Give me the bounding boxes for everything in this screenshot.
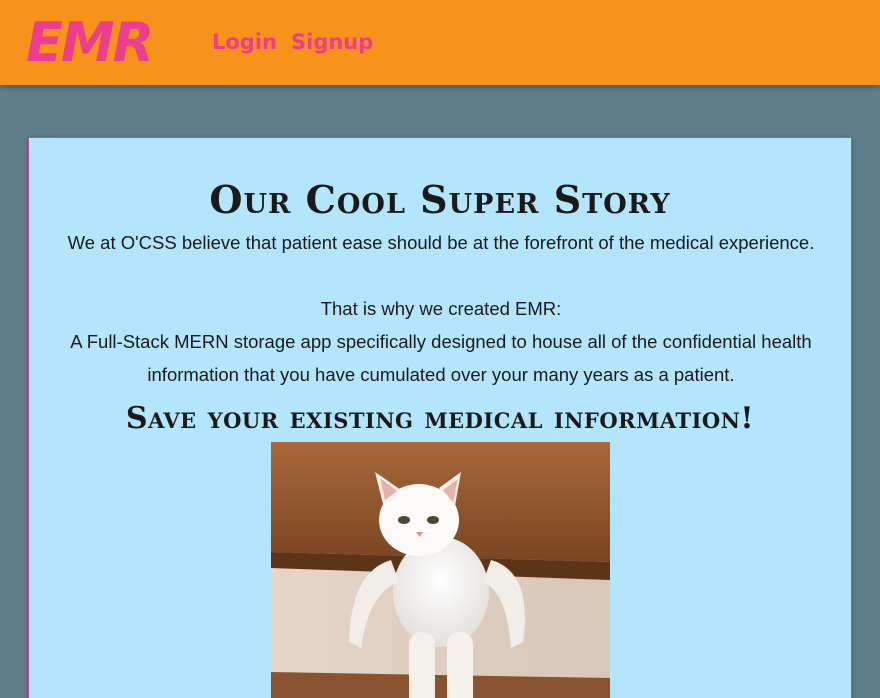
navbar: EMR Login Signup bbox=[0, 0, 880, 85]
story-paragraph-why: That is why we created EMR: bbox=[320, 298, 562, 319]
story-paragraph-intro: We at O'CSS believe that patient ease sh… bbox=[67, 232, 815, 253]
story-subtitle: Save your existing medical information! bbox=[125, 401, 755, 436]
cat-illustration bbox=[271, 442, 610, 698]
cat-photo bbox=[271, 442, 610, 698]
brand-logo[interactable]: EMR bbox=[26, 10, 154, 76]
login-link[interactable]: Login bbox=[212, 27, 277, 57]
story-title: Our Cool Super Story bbox=[209, 177, 671, 222]
story-paragraph-description: A Full-Stack MERN storage app specifical… bbox=[70, 331, 812, 385]
signup-link[interactable]: Signup bbox=[291, 27, 373, 57]
story-card: Our Cool Super Story We at O'CSS believe… bbox=[28, 137, 852, 698]
